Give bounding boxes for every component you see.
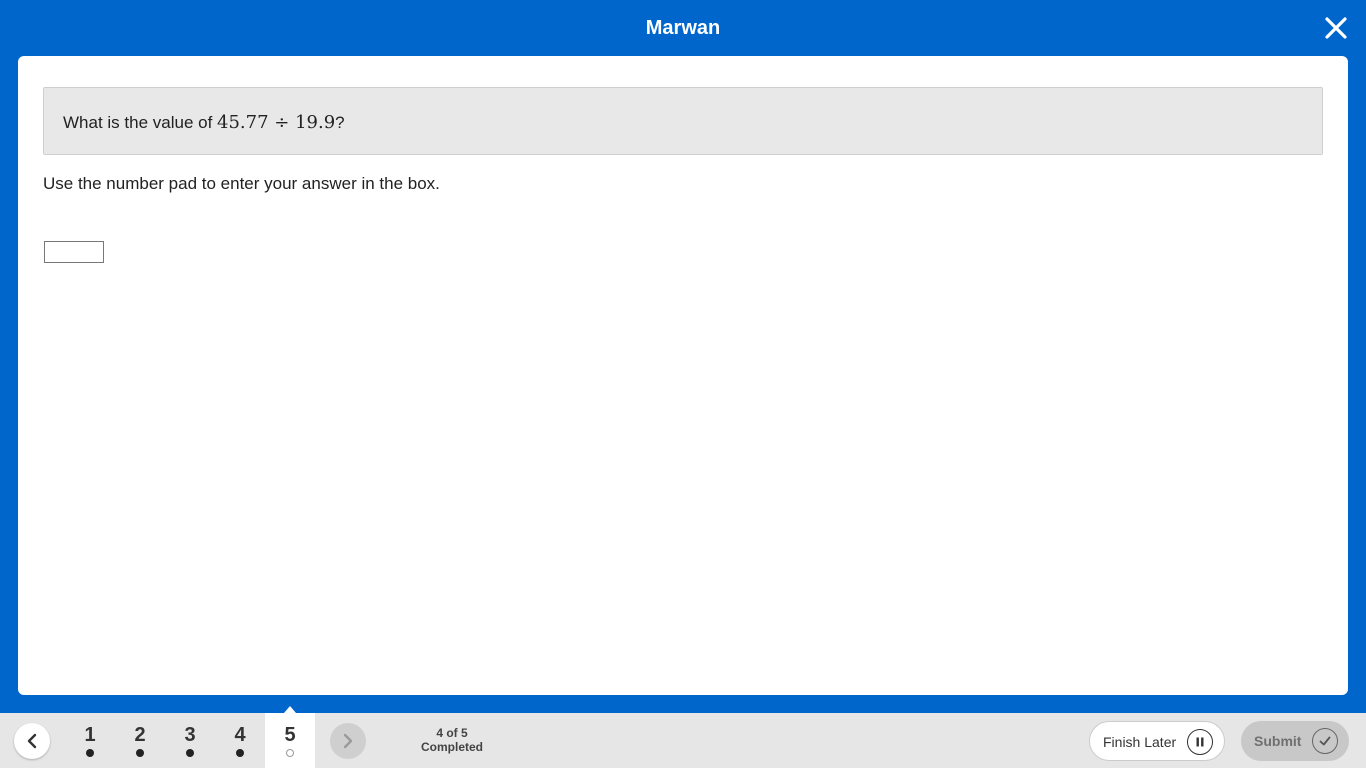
previous-question-button[interactable] [14, 723, 50, 759]
student-name: Marwan [645, 17, 721, 39]
answer-input[interactable] [44, 241, 104, 263]
question-prefix: What is the value of [63, 113, 218, 132]
close-icon [1325, 17, 1347, 39]
chevron-left-icon [27, 733, 37, 749]
question-tab-number: 4 [234, 724, 246, 746]
question-tab-number: 1 [84, 724, 96, 746]
question-card: What is the value of 45.77 ÷ 19.9? Use t… [18, 56, 1348, 695]
question-text: What is the value of 45.77 ÷ 19.9? [63, 112, 345, 133]
math-expression: 45.77 ÷ 19.9 [217, 112, 336, 133]
question-suffix: ? [335, 113, 345, 132]
finish-later-button[interactable]: Finish Later [1089, 721, 1225, 761]
bottom-navigation-bar: 1 2 3 4 5 4 of 5 Completed Finish Later [0, 713, 1366, 768]
submit-label: Submit [1254, 733, 1302, 749]
question-tab-3[interactable]: 3 [165, 713, 215, 768]
question-tab-number: 2 [134, 724, 146, 746]
check-icon [1312, 728, 1338, 754]
next-question-button[interactable] [330, 723, 366, 759]
question-tab-number: 3 [184, 724, 196, 746]
active-tab-pointer [284, 706, 296, 713]
pause-icon [1187, 729, 1213, 755]
close-button[interactable] [1322, 14, 1350, 42]
chevron-right-icon [343, 733, 353, 749]
progress-label: Completed [420, 740, 483, 754]
instruction-text: Use the number pad to enter your answer … [43, 174, 440, 193]
completed-dot-icon [136, 749, 144, 757]
completed-dot-icon [86, 749, 94, 757]
question-prompt-box: What is the value of 45.77 ÷ 19.9? [43, 87, 1323, 155]
question-tab-4[interactable]: 4 [215, 713, 265, 768]
question-tab-1[interactable]: 1 [65, 713, 115, 768]
submit-button[interactable]: Submit [1241, 721, 1349, 761]
completed-dot-icon [186, 749, 194, 757]
completed-dot-icon [236, 749, 244, 757]
progress-count: 4 of 5 [436, 726, 468, 740]
top-bar: Marwan [0, 0, 1366, 56]
question-tab-2[interactable]: 2 [115, 713, 165, 768]
question-tab-5[interactable]: 5 [265, 713, 315, 768]
finish-later-label: Finish Later [1103, 734, 1177, 750]
incomplete-dot-icon [286, 749, 294, 757]
question-tab-number: 5 [284, 724, 296, 746]
progress-status: 4 of 5 Completed [402, 726, 502, 754]
